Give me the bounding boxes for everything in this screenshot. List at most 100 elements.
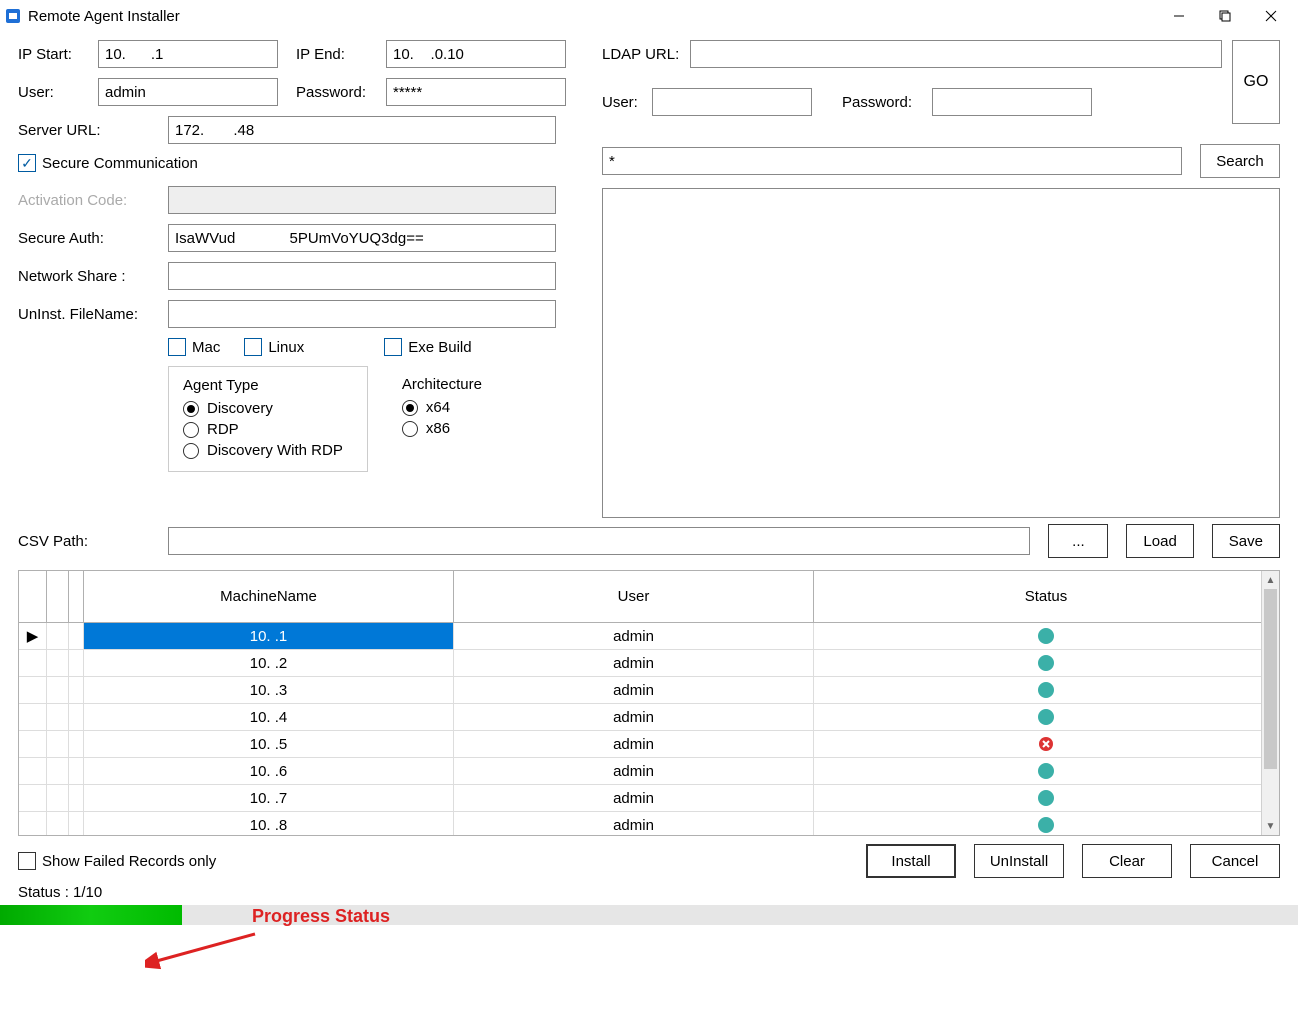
scroll-thumb[interactable] bbox=[1264, 589, 1277, 769]
table-row[interactable]: 10. .3admin bbox=[19, 677, 1279, 704]
password-label: Password: bbox=[296, 84, 386, 101]
search-input[interactable] bbox=[602, 147, 1182, 175]
cell-status bbox=[814, 677, 1279, 703]
cancel-button[interactable]: Cancel bbox=[1190, 844, 1280, 878]
status-ok-icon bbox=[1038, 763, 1054, 779]
ldap-user-input[interactable] bbox=[652, 88, 812, 116]
search-results-box[interactable] bbox=[602, 188, 1280, 518]
linux-label: Linux bbox=[268, 339, 304, 356]
ldap-password-input[interactable] bbox=[932, 88, 1092, 116]
server-url-label: Server URL: bbox=[18, 122, 168, 139]
ldap-password-label: Password: bbox=[842, 94, 932, 111]
ldap-url-input[interactable] bbox=[690, 40, 1222, 68]
scroll-down-icon[interactable]: ▼ bbox=[1262, 817, 1279, 835]
agent-type-discovery-radio[interactable] bbox=[183, 401, 199, 417]
status-ok-icon bbox=[1038, 790, 1054, 806]
maximize-button[interactable] bbox=[1202, 0, 1248, 32]
cell-machine: 10. .4 bbox=[84, 704, 454, 730]
cell-machine: 10. .6 bbox=[84, 758, 454, 784]
show-failed-checkbox[interactable] bbox=[18, 852, 36, 870]
annotation-label: Progress Status bbox=[252, 906, 390, 927]
table-row[interactable]: 10. .5admin bbox=[19, 731, 1279, 758]
minimize-button[interactable] bbox=[1156, 0, 1202, 32]
cell-user: admin bbox=[454, 650, 814, 676]
arch-x86-radio[interactable] bbox=[402, 421, 418, 437]
table-row[interactable]: 10. .4admin bbox=[19, 704, 1279, 731]
col-user-header[interactable]: User bbox=[454, 571, 814, 622]
titlebar: Remote Agent Installer bbox=[0, 0, 1298, 32]
uninst-filename-input[interactable] bbox=[168, 300, 556, 328]
cell-status bbox=[814, 731, 1279, 757]
architecture-title: Architecture bbox=[402, 376, 548, 393]
csv-path-input[interactable] bbox=[168, 527, 1030, 555]
activation-code-label: Activation Code: bbox=[18, 192, 168, 209]
status-ok-icon bbox=[1038, 655, 1054, 671]
cell-user: admin bbox=[454, 731, 814, 757]
password-input[interactable] bbox=[386, 78, 566, 106]
secure-comm-label: Secure Communication bbox=[42, 155, 198, 172]
cell-status bbox=[814, 650, 1279, 676]
csv-browse-button[interactable]: ... bbox=[1048, 524, 1108, 558]
user-input[interactable] bbox=[98, 78, 278, 106]
machines-table: MachineName User Status ▶10. .1admin10. … bbox=[18, 570, 1280, 836]
cell-status bbox=[814, 812, 1279, 836]
linux-checkbox[interactable] bbox=[244, 338, 262, 356]
cell-user: admin bbox=[454, 785, 814, 811]
col-status-header[interactable]: Status bbox=[814, 571, 1279, 622]
uninstall-button[interactable]: UnInstall bbox=[974, 844, 1064, 878]
exe-build-label: Exe Build bbox=[408, 339, 471, 356]
go-button[interactable]: GO bbox=[1232, 40, 1280, 124]
cell-user: admin bbox=[454, 758, 814, 784]
secure-auth-label: Secure Auth: bbox=[18, 230, 168, 247]
progress-bar bbox=[0, 905, 1298, 925]
csv-load-button[interactable]: Load bbox=[1126, 524, 1193, 558]
status-ok-icon bbox=[1038, 628, 1054, 644]
table-row[interactable]: 10. .7admin bbox=[19, 785, 1279, 812]
cell-user: admin bbox=[454, 677, 814, 703]
secure-auth-input[interactable] bbox=[168, 224, 556, 252]
show-failed-label: Show Failed Records only bbox=[42, 853, 216, 870]
agent-type-discovery-rdp-radio[interactable] bbox=[183, 443, 199, 459]
clear-button[interactable]: Clear bbox=[1082, 844, 1172, 878]
status-text: Status : 1/10 bbox=[0, 878, 1298, 901]
app-icon bbox=[4, 7, 22, 25]
arch-x64-radio[interactable] bbox=[402, 400, 418, 416]
mac-label: Mac bbox=[192, 339, 220, 356]
table-row[interactable]: 10. .8admin bbox=[19, 812, 1279, 836]
cell-status bbox=[814, 623, 1279, 649]
table-row[interactable]: 10. .2admin bbox=[19, 650, 1279, 677]
install-button[interactable]: Install bbox=[866, 844, 956, 878]
cell-user: admin bbox=[454, 812, 814, 836]
table-row[interactable]: 10. .6admin bbox=[19, 758, 1279, 785]
user-label: User: bbox=[18, 84, 98, 101]
server-url-input[interactable] bbox=[168, 116, 556, 144]
close-button[interactable] bbox=[1248, 0, 1294, 32]
network-share-input[interactable] bbox=[168, 262, 556, 290]
scroll-up-icon[interactable]: ▲ bbox=[1262, 571, 1279, 589]
cell-user: admin bbox=[454, 704, 814, 730]
cell-machine: 10. .5 bbox=[84, 731, 454, 757]
ip-start-input[interactable] bbox=[98, 40, 278, 68]
csv-save-button[interactable]: Save bbox=[1212, 524, 1280, 558]
ldap-user-label: User: bbox=[602, 94, 652, 111]
window-title: Remote Agent Installer bbox=[28, 8, 180, 25]
search-button[interactable]: Search bbox=[1200, 144, 1280, 178]
secure-comm-checkbox[interactable] bbox=[18, 154, 36, 172]
agent-type-rdp-radio[interactable] bbox=[183, 422, 199, 438]
status-ok-icon bbox=[1038, 709, 1054, 725]
cell-machine: 10. .2 bbox=[84, 650, 454, 676]
cell-machine: 10. .1 bbox=[84, 623, 454, 649]
status-ok-icon bbox=[1038, 682, 1054, 698]
agent-type-title: Agent Type bbox=[183, 377, 353, 394]
cell-status bbox=[814, 758, 1279, 784]
table-scrollbar[interactable]: ▲ ▼ bbox=[1261, 571, 1279, 835]
ip-end-input[interactable] bbox=[386, 40, 566, 68]
status-error-icon bbox=[1038, 736, 1054, 752]
table-row[interactable]: ▶10. .1admin bbox=[19, 623, 1279, 650]
mac-checkbox[interactable] bbox=[168, 338, 186, 356]
ip-end-label: IP End: bbox=[296, 46, 386, 63]
network-share-label: Network Share : bbox=[18, 268, 168, 285]
uninst-filename-label: UnInst. FileName: bbox=[18, 306, 168, 323]
col-machine-header[interactable]: MachineName bbox=[84, 571, 454, 622]
exe-build-checkbox[interactable] bbox=[384, 338, 402, 356]
